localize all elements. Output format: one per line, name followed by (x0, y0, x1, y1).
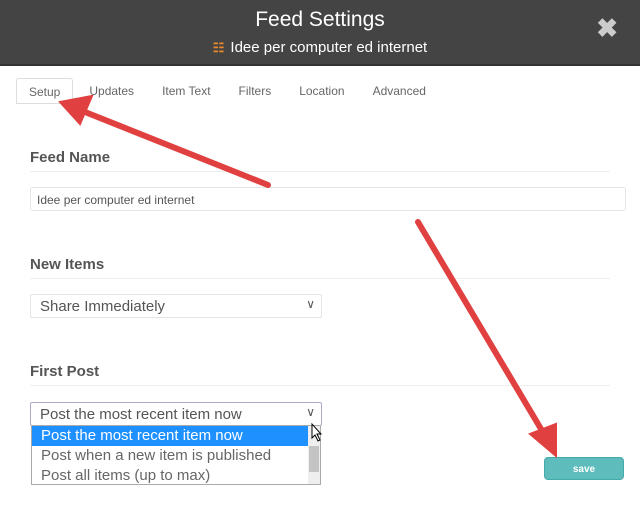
feed-name-heading: Feed Name (30, 149, 111, 166)
arrow-to-setup-tab (77, 107, 271, 188)
tab-location[interactable]: Location (287, 78, 356, 104)
tab-item-text[interactable]: Item Text (150, 78, 222, 104)
rss-icon: ☷ (212, 40, 225, 55)
divider (30, 278, 610, 279)
feed-name-input[interactable]: Idee per computer ed internet (30, 187, 626, 211)
save-button[interactable]: save (544, 457, 624, 480)
divider (30, 385, 610, 386)
dialog-title: Feed Settings (255, 8, 385, 31)
dropdown-option[interactable]: Post all items (up to max) (32, 466, 308, 486)
new-items-value: Share Immediately (40, 298, 166, 315)
dropdown-option[interactable]: Post when a new item is published (32, 446, 308, 466)
tab-bar: Setup Updates Item Text Filters Location… (16, 78, 442, 104)
divider (30, 171, 610, 172)
new-items-select[interactable]: Share Immediately ∨ (30, 294, 322, 318)
new-items-heading: New Items (30, 256, 105, 273)
scrollbar-thumb[interactable] (309, 446, 319, 472)
tab-setup[interactable]: Setup (16, 78, 74, 104)
arrowhead (528, 422, 557, 459)
first-post-select[interactable]: Post the most recent item now ∨ (30, 402, 322, 426)
first-post-dropdown: Post the most recent item now Post when … (31, 425, 321, 485)
first-post-heading: First Post (30, 363, 100, 380)
chevron-down-icon: ∨ (306, 297, 315, 311)
close-icon[interactable]: ✖ (596, 13, 618, 44)
dialog-subtitle: ☷ Idee per computer ed internet (0, 39, 640, 56)
tab-advanced[interactable]: Advanced (361, 78, 438, 104)
feed-title: Idee per computer ed internet (230, 39, 428, 56)
dropdown-option[interactable]: Post the most recent item now (32, 426, 308, 446)
first-post-value: Post the most recent item now (40, 406, 242, 423)
tab-filters[interactable]: Filters (227, 78, 284, 104)
arrow-to-save-button (415, 219, 547, 437)
chevron-down-icon: ∨ (306, 405, 315, 419)
tab-updates[interactable]: Updates (77, 78, 146, 104)
dialog-header: Feed Settings ☷ Idee per computer ed inte… (0, 0, 640, 66)
scrollbar[interactable] (308, 426, 320, 484)
